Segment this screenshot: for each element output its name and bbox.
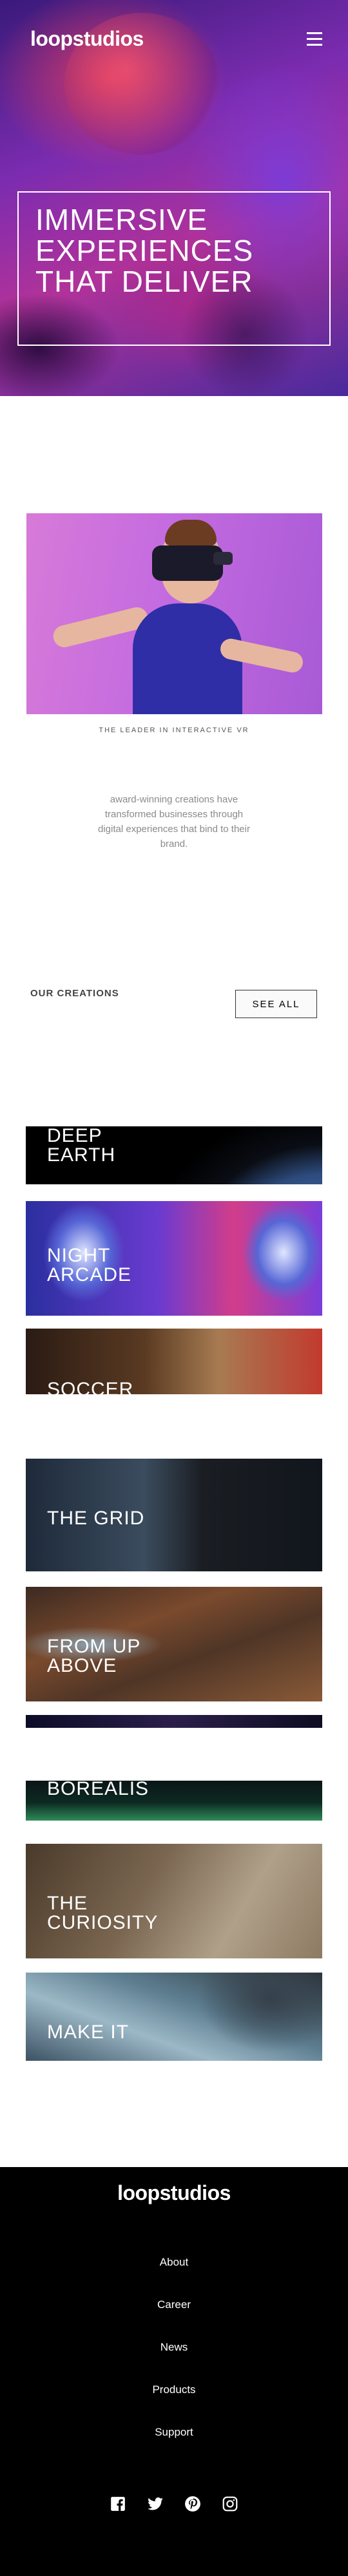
hero-title: Immersive experiences that deliver	[35, 203, 254, 298]
footer-nav: About Career News Products Support	[0, 2256, 348, 2468]
creation-title: Deep earth	[47, 1126, 116, 1166]
creation-title: Make it	[47, 2022, 130, 2043]
intro-text: award-winning creations have transformed…	[98, 794, 250, 849]
person-hair	[165, 520, 217, 545]
creation-card-borealis[interactable]: Borealis	[26, 1781, 322, 1821]
instagram-icon[interactable]	[222, 2496, 238, 2512]
creation-card-soccer[interactable]: Soccer	[26, 1329, 322, 1394]
creation-title: The curiosity	[47, 1893, 159, 1933]
person-shirt	[133, 603, 242, 714]
hero-section: loopstudios Immersive experiences that d…	[0, 0, 348, 396]
pinterest-icon[interactable]	[184, 2496, 201, 2512]
creation-card-make-it[interactable]: Make it	[26, 1973, 322, 2061]
creations-heading: OUR CREATIONS	[30, 988, 119, 999]
footer-link-news[interactable]: News	[0, 2341, 348, 2383]
creation-card-from-up-above[interactable]: From up above	[26, 1587, 322, 1701]
footer-logo[interactable]: loopstudios	[0, 2181, 348, 2205]
creation-card-night-arcade[interactable]: Night arcade	[26, 1201, 322, 1316]
vr-headset-strap	[213, 552, 233, 565]
footer-link-products[interactable]: Products	[0, 2383, 348, 2426]
creation-card-deep-earth[interactable]: Deep earth	[26, 1126, 322, 1184]
site-footer: loopstudios About Career News Products S…	[0, 2167, 348, 2576]
footer-link-career[interactable]: Career	[0, 2298, 348, 2341]
intro-title: THE LEADER IN INTERACTIVE VR	[99, 726, 249, 733]
creation-title: Borealis	[47, 1781, 150, 1799]
footer-link-about[interactable]: About	[0, 2256, 348, 2298]
creation-card-the-grid[interactable]: The grid	[26, 1459, 322, 1571]
twitter-icon[interactable]	[147, 2496, 164, 2512]
footer-link-support[interactable]: Support	[0, 2426, 348, 2468]
vr-person-image	[26, 513, 322, 714]
hero-title-box: Immersive experiences that deliver	[17, 191, 331, 346]
creation-title: From up above	[47, 1636, 140, 1676]
creation-card-strip[interactable]	[26, 1715, 322, 1728]
site-logo[interactable]: loopstudios	[30, 27, 144, 51]
creation-title: Night arcade	[47, 1245, 132, 1285]
creation-title: The grid	[47, 1508, 145, 1529]
creation-title: Soccer	[47, 1379, 134, 1395]
creation-card-the-curiosity[interactable]: The curiosity	[26, 1844, 322, 1958]
vr-headset	[152, 545, 223, 581]
see-all-button[interactable]: SEE ALL	[235, 990, 317, 1018]
social-links	[110, 2496, 238, 2515]
facebook-icon[interactable]	[110, 2496, 126, 2512]
hamburger-icon[interactable]	[307, 32, 322, 46]
